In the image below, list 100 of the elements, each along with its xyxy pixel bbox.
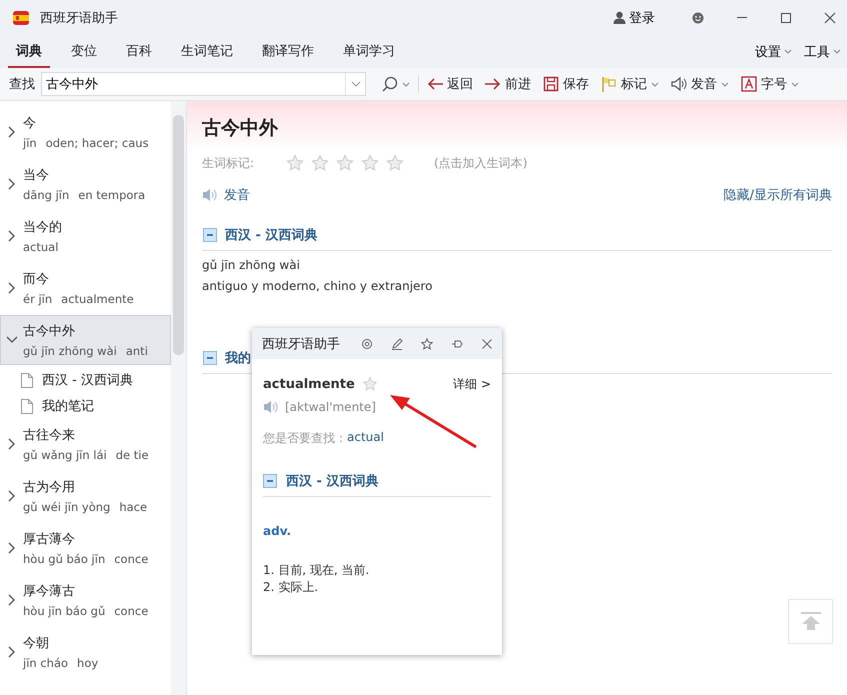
word-list-item[interactable]: 当今的 actual: [0, 211, 171, 261]
word-text: 厚今薄古: [23, 583, 76, 600]
pinyin-text: hòu jīn báo gǔ: [23, 604, 106, 618]
search-label: 查找: [9, 76, 35, 93]
search-field[interactable]: 古今中外: [41, 72, 366, 96]
user-icon: [613, 11, 626, 24]
star-rating[interactable]: [286, 154, 404, 172]
menu-button[interactable]: 工具: [798, 35, 847, 68]
caret-icon: [402, 80, 410, 88]
back-button[interactable]: 返回: [423, 71, 477, 97]
meaning-text: de tie: [116, 448, 149, 462]
headword: 古今中外: [202, 116, 279, 137]
tab[interactable]: 百科: [118, 35, 160, 68]
rating-label: 生词标记:: [202, 154, 254, 172]
chevron-right-icon: [8, 542, 16, 554]
pin-icon: [451, 338, 463, 350]
feedback-icon: [692, 12, 704, 24]
arrow-left-icon: [427, 76, 443, 92]
word-text: 古往今来: [23, 427, 76, 444]
login-button[interactable]: 登录: [613, 8, 655, 26]
collapse-icon[interactable]: [263, 474, 277, 488]
arrow-up-icon: [800, 612, 822, 631]
tab[interactable]: 变位: [63, 35, 105, 68]
phonetic-text: [aktwal'mente]: [285, 400, 376, 414]
word-list-item[interactable]: 古往今来 gǔ wǎng jīn lái de tie: [0, 419, 171, 469]
dictionary-node[interactable]: 西汉 - 汉西词典: [0, 367, 171, 393]
section-title: 西汉 - 汉西词典: [286, 473, 378, 490]
meaning-text: hace: [119, 500, 148, 514]
chevron-right-icon: [8, 594, 16, 606]
tab[interactable]: 单词学习: [335, 35, 403, 68]
pinyin-text: gǔ wǎng jīn lái: [23, 448, 107, 462]
word-list-item[interactable]: 今朝 jīn cháo hoy: [0, 627, 171, 677]
word-text: 今: [23, 115, 37, 132]
word-list-item[interactable]: 而今 ér jīn actualmente: [0, 263, 171, 313]
collapse-icon[interactable]: [203, 351, 217, 365]
word-text: 今朝: [23, 635, 50, 652]
suggestion-label: 您是否要查找：: [263, 430, 347, 447]
word-text: 当今的: [23, 219, 62, 236]
menu-button[interactable]: 设置: [749, 35, 798, 68]
word-text: 而今: [23, 271, 50, 288]
close-icon: [824, 12, 836, 24]
dictionary-node[interactable]: 我的笔记: [0, 393, 171, 419]
sense-text: 2. 实际上.: [263, 579, 320, 596]
section-title: 西汉 - 汉西词典: [225, 227, 318, 244]
word-list-item[interactable]: 厚今薄古 hòu jīn báo gǔ conce: [0, 575, 171, 625]
word-text: 古今中外: [23, 323, 76, 340]
collapse-icon[interactable]: [203, 228, 217, 242]
meaning-text: en tempora: [78, 188, 146, 202]
chevron-right-icon: [8, 490, 16, 502]
settings-icon: [361, 338, 373, 350]
forward-button[interactable]: 前进: [481, 71, 535, 97]
popup-title: 西班牙语助手: [262, 336, 341, 352]
pronounce-button[interactable]: 发音: [202, 186, 250, 204]
flag-icon: [601, 76, 617, 92]
document-icon: [20, 372, 34, 388]
minimize-icon: [736, 17, 748, 18]
mark-button[interactable]: 标记: [597, 71, 663, 97]
chevron-down-icon: [6, 336, 18, 344]
speaker-icon: [263, 399, 279, 415]
word-text: 古为今用: [23, 479, 76, 496]
chevron-right-icon: [8, 438, 16, 450]
star-icon: [386, 154, 404, 172]
star-icon: [311, 154, 330, 172]
definition-text: gǔ jīn zhōng wài: [202, 258, 301, 272]
arrow-right-icon: [485, 76, 501, 92]
maximize-icon: [780, 12, 792, 24]
definition-text: antiguo y moderno, chino y extranjero: [202, 279, 434, 293]
favorite-icon: [421, 338, 433, 350]
meaning-text: conce: [114, 604, 148, 618]
pinyin-text: dāng jīn: [23, 188, 70, 202]
sound-button[interactable]: 发音: [667, 71, 733, 97]
font-button[interactable]: 字号: [737, 71, 803, 97]
speaker-icon: [671, 76, 687, 92]
flag-logo-icon: [12, 10, 30, 26]
chevron-right-icon: [8, 126, 16, 138]
edit-icon: [391, 338, 403, 350]
word-list-item[interactable]: 厚古薄今 hòu gǔ báo jīn conce: [0, 523, 171, 573]
word-list-item[interactable]: 当今 dāng jīn en tempora: [0, 159, 171, 209]
word-list-item[interactable]: 古为今用 gǔ wéi jīn yòng hace: [0, 471, 171, 521]
meaning-text: anti: [126, 344, 148, 358]
caret-icon: [784, 48, 792, 55]
word-text: 厚古薄今: [23, 531, 76, 548]
star-icon: [286, 154, 304, 172]
tab[interactable]: 翻译写作: [254, 35, 322, 68]
toggle-dictionaries-link[interactable]: 隐藏/显示所有词典: [724, 186, 832, 204]
tab[interactable]: 生词笔记: [173, 35, 241, 68]
word-list-item[interactable]: 古今中外 gǔ jīn zhōng wài anti: [0, 315, 171, 365]
chevron-down-icon: [350, 80, 360, 88]
document-icon: [20, 398, 34, 414]
app-title: 西班牙语助手: [40, 10, 118, 26]
suggestion-link[interactable]: actual: [347, 430, 384, 447]
sense-text: 1. 目前, 现在, 当前.: [263, 562, 370, 579]
scrollbar[interactable]: [171, 101, 186, 695]
chevron-right-icon: [8, 646, 16, 658]
pinyin-text: ér jīn: [23, 292, 52, 306]
chevron-right-icon: [8, 178, 16, 190]
save-button[interactable]: 保存: [539, 71, 593, 97]
details-link[interactable]: 详细 >: [453, 376, 491, 392]
word-list-item[interactable]: 今 jīn oden; hacer; caus: [0, 107, 171, 157]
star-icon[interactable]: [362, 376, 378, 392]
